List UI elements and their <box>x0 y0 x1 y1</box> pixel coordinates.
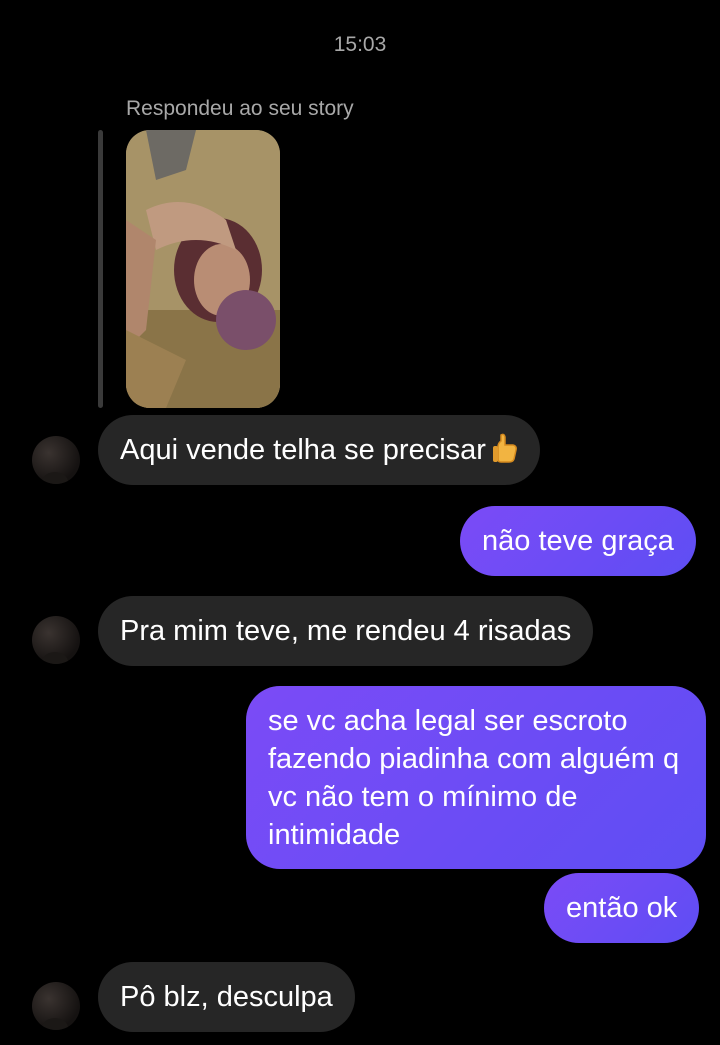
message-text: não teve graça <box>482 525 674 557</box>
message-bubble-outgoing[interactable]: então ok <box>544 873 700 943</box>
message-bubble-outgoing[interactable]: se vc acha legal ser escroto fazendo pia… <box>246 686 706 869</box>
message-bubble-incoming[interactable]: Pra mim teve, me rendeu 4 risadas <box>98 596 594 666</box>
message-text: Pra mim teve, me rendeu 4 risadas <box>120 615 572 647</box>
message-text: Pô blz, desculpa <box>120 981 333 1013</box>
message-bubble-incoming[interactable]: Pô blz, desculpa <box>98 962 355 1032</box>
thumbs-up-icon <box>492 433 518 473</box>
message-text: Aqui vende telha se precisar <box>120 434 486 466</box>
message-bubble-incoming[interactable]: Aqui vende telha se precisar <box>98 415 540 485</box>
contact-avatar[interactable] <box>32 436 80 484</box>
message-text: se vc acha legal ser escroto fazendo pia… <box>268 705 680 851</box>
message-text: então ok <box>566 892 678 924</box>
contact-avatar[interactable] <box>32 982 80 1030</box>
story-reply-bar <box>98 130 103 408</box>
contact-avatar[interactable] <box>32 616 80 664</box>
story-thumbnail[interactable] <box>126 130 280 408</box>
message-bubble-outgoing[interactable]: não teve graça <box>460 506 696 576</box>
message-timestamp: 15:03 <box>333 33 387 56</box>
story-reply-caption: Respondeu ao seu story <box>126 97 354 120</box>
